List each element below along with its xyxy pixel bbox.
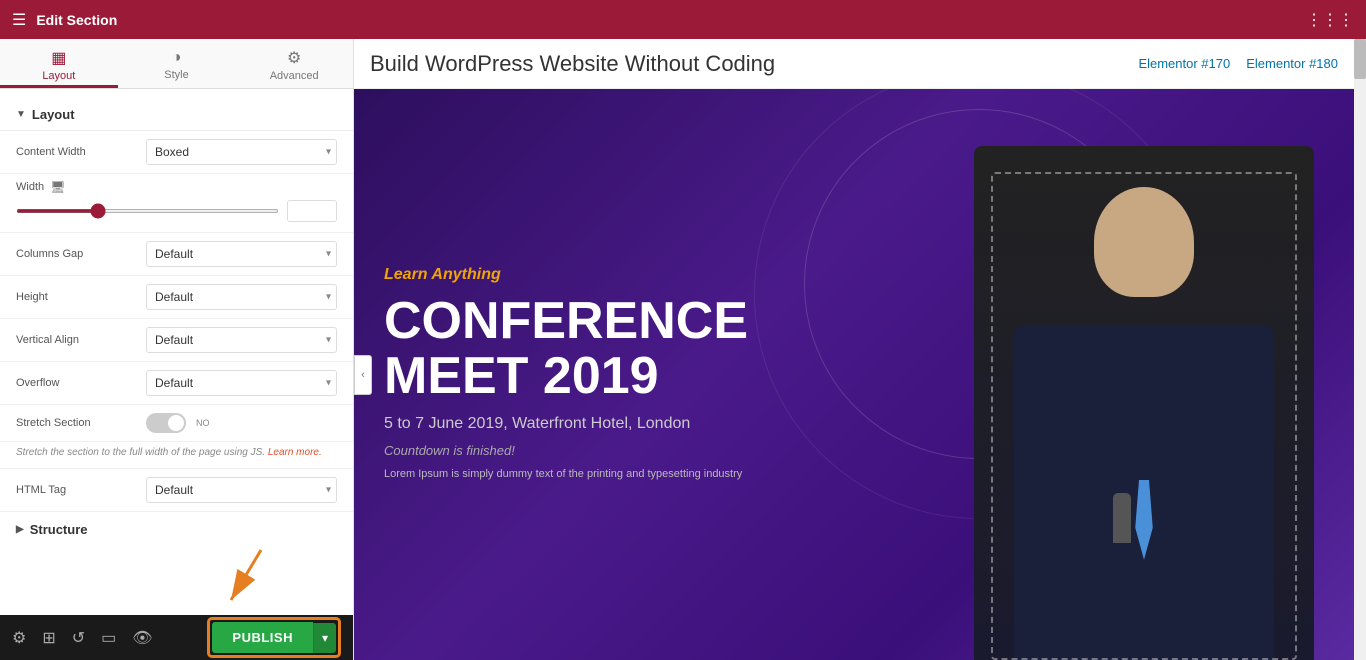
- columns-gap-select[interactable]: Default No Gap Narrow Wide: [146, 241, 337, 267]
- tab-style-label: Style: [164, 69, 188, 81]
- stretch-section-label: Stretch Section: [16, 417, 146, 429]
- preview-top-bar: Build WordPress Website Without Coding E…: [354, 39, 1354, 89]
- publish-dropdown-button[interactable]: ▾: [313, 623, 336, 653]
- layout-section-header[interactable]: ▼ Layout: [0, 99, 353, 131]
- tab-layout-label: Layout: [42, 70, 75, 82]
- monitor-icon: 🖥: [50, 180, 65, 194]
- tabs-bar: ▦ Layout ◑ Style ⚙ Advanced: [0, 39, 353, 89]
- learn-more-link[interactable]: Learn more.: [268, 447, 322, 458]
- toggle-off-label: NO: [196, 418, 210, 428]
- sidebar-collapse-toggle[interactable]: ‹: [354, 355, 372, 395]
- height-select-wrapper: Default Fit to Screen Min Height ▾: [146, 284, 337, 310]
- html-tag-select-wrapper: Default header footer main article secti…: [146, 477, 337, 503]
- html-tag-label: HTML Tag: [16, 484, 146, 496]
- vertical-align-label: Vertical Align: [16, 334, 146, 346]
- person-area: [934, 89, 1354, 660]
- content-width-row: Content Width Boxed Full Width ▾: [0, 131, 353, 174]
- edit-section-title: Edit Section: [36, 12, 117, 28]
- width-label: Width: [16, 181, 44, 193]
- hero-countdown: Countdown is finished!: [384, 443, 874, 458]
- overflow-select[interactable]: Default Hidden: [146, 370, 337, 396]
- tab-advanced-label: Advanced: [270, 70, 319, 82]
- columns-gap-select-wrapper: Default No Gap Narrow Wide ▾: [146, 241, 337, 267]
- stretch-hint: Stretch the section to the full width of…: [0, 442, 353, 469]
- vertical-align-row: Vertical Align Default Top Middle Bottom…: [0, 319, 353, 362]
- hero-section: Learn Anything CONFERENCE MEET 2019 5 to…: [354, 89, 1354, 660]
- hero-learn-text: Learn Anything: [384, 266, 874, 284]
- overflow-select-wrapper: Default Hidden ▾: [146, 370, 337, 396]
- scrollbar-thumb: [1354, 39, 1366, 79]
- publish-highlight: PUBLISH ▾: [207, 617, 341, 658]
- right-scrollbar[interactable]: [1354, 39, 1366, 660]
- publish-btn-wrapper: PUBLISH ▾: [212, 622, 336, 653]
- stretch-section-row: Stretch Section NO: [0, 405, 353, 442]
- columns-gap-row: Columns Gap Default No Gap Narrow Wide ▾: [0, 233, 353, 276]
- grid-icon[interactable]: ⋮⋮⋮: [1306, 10, 1354, 30]
- html-tag-select[interactable]: Default header footer main article secti…: [146, 477, 337, 503]
- vertical-align-select-wrapper: Default Top Middle Bottom ▾: [146, 327, 337, 353]
- hero-title-line2: MEET 2019: [384, 349, 874, 404]
- width-slider[interactable]: [16, 209, 279, 213]
- height-select[interactable]: Default Fit to Screen Min Height: [146, 284, 337, 310]
- hero-lorem: Lorem Ipsum is simply dummy text of the …: [384, 466, 874, 483]
- structure-collapse-arrow: ▶: [16, 524, 24, 535]
- structure-section-header[interactable]: ▶ Structure: [0, 512, 353, 547]
- history-icon[interactable]: ↺: [72, 628, 85, 648]
- hero-title-line1: CONFERENCE: [384, 294, 874, 349]
- layers-icon[interactable]: ⊞: [42, 628, 55, 648]
- dashed-selection-box: [991, 172, 1297, 660]
- tab-style[interactable]: ◑ Style: [118, 39, 236, 88]
- elementor-180-link[interactable]: Elementor #180: [1246, 56, 1338, 71]
- bottom-icons-group: ⚙ ⊞ ↺ ▭ 👁: [12, 628, 153, 648]
- advanced-icon: ⚙: [287, 48, 301, 68]
- bottom-toolbar: ⚙ ⊞ ↺ ▭ 👁 PUBLISH: [0, 615, 353, 660]
- overflow-row: Overflow Default Hidden ▾: [0, 362, 353, 405]
- sidebar: ▦ Layout ◑ Style ⚙ Advanced ▼ Layout Con…: [0, 39, 354, 660]
- layout-collapse-arrow: ▼: [16, 109, 26, 120]
- preview-icon[interactable]: 👁: [132, 628, 152, 648]
- columns-gap-label: Columns Gap: [16, 248, 146, 260]
- layout-icon: ▦: [51, 48, 66, 68]
- elementor-links: Elementor #170 Elementor #180: [1138, 56, 1338, 71]
- tab-layout[interactable]: ▦ Layout: [0, 39, 118, 88]
- preview-area: Build WordPress Website Without Coding E…: [354, 39, 1354, 660]
- hamburger-icon[interactable]: ☰: [12, 10, 26, 30]
- hero-title: CONFERENCE MEET 2019: [384, 294, 874, 403]
- overflow-label: Overflow: [16, 377, 146, 389]
- content-width-select-wrapper: Boxed Full Width ▾: [146, 139, 337, 165]
- html-tag-row: HTML Tag Default header footer main arti…: [0, 469, 353, 512]
- layout-section-label: Layout: [32, 107, 75, 122]
- elementor-170-link[interactable]: Elementor #170: [1138, 56, 1230, 71]
- preview-page-title: Build WordPress Website Without Coding: [370, 51, 775, 77]
- person-silhouette: [974, 146, 1314, 660]
- responsive-icon[interactable]: ▭: [101, 628, 116, 648]
- top-bar: ☰ Edit Section ⋮⋮⋮: [0, 0, 1366, 39]
- hero-date: 5 to 7 June 2019, Waterfront Hotel, Lond…: [384, 415, 874, 433]
- settings-icon[interactable]: ⚙: [12, 628, 26, 648]
- tab-advanced[interactable]: ⚙ Advanced: [235, 39, 353, 88]
- stretch-section-toggle[interactable]: [146, 413, 186, 433]
- height-row: Height Default Fit to Screen Min Height …: [0, 276, 353, 319]
- panel-content: ▼ Layout Content Width Boxed Full Width …: [0, 89, 353, 615]
- width-value-input[interactable]: [287, 200, 337, 222]
- publish-button[interactable]: PUBLISH: [212, 622, 313, 653]
- content-width-label: Content Width: [16, 146, 146, 158]
- hero-content: Learn Anything CONFERENCE MEET 2019 5 to…: [354, 89, 904, 660]
- structure-section-label: Structure: [30, 522, 88, 537]
- style-icon: ◑: [172, 49, 182, 67]
- height-label: Height: [16, 291, 146, 303]
- width-slider-row: Width 🖥: [0, 174, 353, 233]
- vertical-align-select[interactable]: Default Top Middle Bottom: [146, 327, 337, 353]
- content-width-select[interactable]: Boxed Full Width: [146, 139, 337, 165]
- toggle-knob: [168, 415, 184, 431]
